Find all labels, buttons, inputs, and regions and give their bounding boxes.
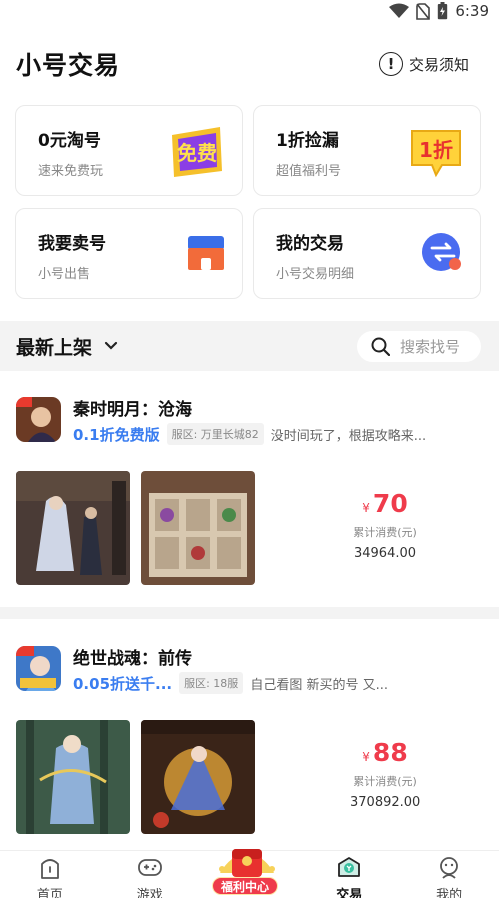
listing-divider	[0, 607, 499, 619]
tab-mine[interactable]: 我的	[399, 851, 499, 898]
spent-value: 370892.00	[350, 795, 421, 810]
shop-icon	[188, 235, 224, 270]
screenshot-thumbnail[interactable]	[16, 720, 130, 834]
screenshot-thumbnail[interactable]	[16, 471, 130, 585]
spent-label: 累计消费(元)	[353, 775, 417, 788]
price: ¥88	[362, 738, 408, 767]
welfare-center-button[interactable]: 福利中心	[212, 877, 278, 895]
page-title: 小号交易	[16, 51, 121, 80]
trade-icon	[338, 857, 361, 877]
account-search-input[interactable]: 搜索找号	[357, 330, 481, 362]
tab-home[interactable]: 首页	[0, 851, 100, 898]
tab-label: 首页	[36, 888, 63, 898]
discount-label: 0.05折送千...	[73, 674, 173, 693]
price-block: ¥70 累计消费(元) 34964.00	[350, 489, 420, 561]
listing-info: 0.1折免费版 服区: 万里长城82 没时间玩了，根据攻略来...	[73, 423, 489, 445]
price: ¥70	[362, 489, 408, 518]
game-name: 秦时明月：沧海	[73, 400, 192, 420]
listing-description: 自己看图 新买的号 又...	[250, 677, 388, 693]
listing-info: 0.05折送千... 服区: 18服 自己看图 新买的号 又...	[73, 672, 489, 694]
tab-trade[interactable]: 交易	[299, 851, 399, 898]
trade-notice-button[interactable]: ! 交易须知	[378, 52, 483, 76]
my-trades-card[interactable]: 我的交易 小号交易明细	[253, 208, 481, 299]
home-icon	[40, 859, 59, 879]
one-discount-card[interactable]: 1折捡漏 超值福利号 1折	[253, 105, 481, 196]
screenshot-thumbnail[interactable]	[141, 720, 255, 834]
spent-label: 累计消费(元)	[353, 526, 417, 539]
status-bar: 6:39	[0, 0, 499, 22]
tab-label: 游戏	[136, 888, 163, 898]
account-listing[interactable]: 绝世战魂：前传 0.05折送千... 服区: 18服 自己看图 新买的号 又..…	[0, 620, 499, 850]
no-sim-icon	[416, 2, 431, 20]
discount-badge-icon: 1折	[411, 129, 461, 177]
tab-label: 交易	[336, 888, 363, 898]
trade-notice-label: 交易须知	[408, 55, 469, 74]
gamepad-icon	[137, 859, 162, 876]
free-account-card[interactable]: 0元淘号 速来免费玩 免费	[15, 105, 243, 196]
game-name: 绝世战魂：前传	[73, 649, 192, 669]
chevron-down-icon	[104, 341, 118, 350]
wifi-icon	[389, 3, 410, 18]
search-icon	[371, 337, 390, 356]
filter-bar: 最新上架 搜索找号	[0, 321, 499, 371]
sell-account-card[interactable]: 我要卖号 小号出售	[15, 208, 243, 299]
feature-cards: 0元淘号 速来免费玩 免费 1折捡漏 超值福利号 1折 我要卖号 小号出售 我的…	[15, 105, 482, 299]
spent-value: 34964.00	[353, 546, 417, 561]
free-badge-icon: 免费	[172, 126, 222, 177]
discount-badge-text: 1折	[419, 138, 453, 162]
price-block: ¥88 累计消费(元) 370892.00	[350, 738, 420, 810]
screenshot-thumbnail[interactable]	[141, 471, 255, 585]
tab-label: 我的	[436, 888, 463, 898]
page-header: 小号交易 ! 交易须知	[16, 44, 483, 84]
tab-games[interactable]: 游戏	[100, 851, 200, 898]
search-placeholder: 搜索找号	[400, 337, 461, 356]
game-icon	[16, 646, 61, 691]
sort-dropdown[interactable]: 最新上架	[16, 333, 118, 360]
server-tag: 服区: 18服	[179, 672, 244, 694]
clock-time: 6:39	[455, 2, 489, 20]
battery-charging-icon	[438, 2, 448, 20]
account-listing[interactable]: 秦时明月：沧海 0.1折免费版 服区: 万里长城82 没时间玩了，根据攻略来..…	[0, 371, 499, 607]
server-tag: 服区: 万里长城82	[166, 423, 264, 445]
discount-label: 0.1折免费版	[73, 425, 160, 444]
game-icon	[16, 397, 61, 442]
info-icon: !	[378, 52, 403, 76]
sort-label: 最新上架	[16, 336, 93, 359]
exchange-icon	[422, 232, 461, 271]
listing-description: 没时间玩了，根据攻略来...	[270, 428, 427, 444]
free-badge-text: 免费	[177, 141, 217, 165]
profile-icon	[440, 857, 458, 879]
